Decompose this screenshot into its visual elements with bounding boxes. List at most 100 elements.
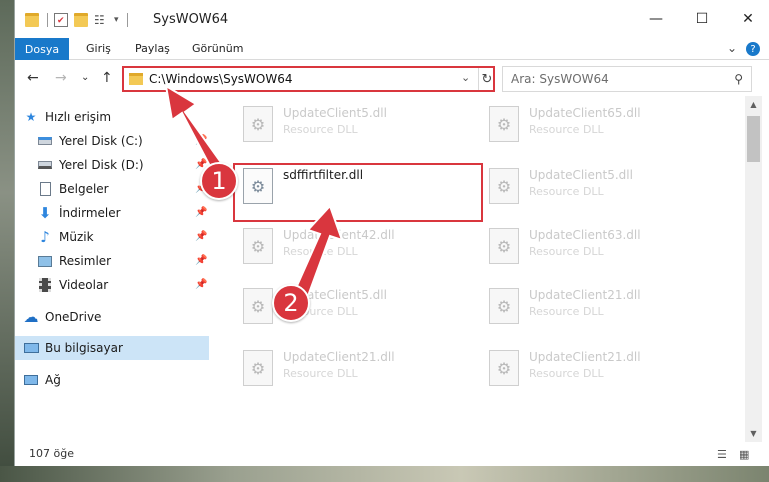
sidebar-item-label: İndirmeler	[59, 206, 121, 220]
back-button[interactable]: ←	[27, 70, 39, 86]
star-icon: ★	[25, 110, 37, 124]
sidebar-item-this-pc[interactable]: Bu bilgisayar	[23, 337, 123, 359]
sidebar-item-network[interactable]: Ağ	[23, 369, 61, 391]
sidebar-item-label: Müzik	[59, 230, 94, 244]
file-list: ⚙ UpdateClient5.dll Resource DLL ⚙ Updat…	[213, 96, 745, 436]
dll-file-icon: ⚙	[489, 106, 519, 142]
ribbon-expand-icon[interactable]: ⌄	[727, 41, 737, 55]
properties-icon[interactable]: ✔	[54, 13, 68, 27]
dll-file-icon: ⚙	[243, 350, 273, 386]
documents-icon	[37, 181, 53, 197]
drive-icon	[37, 157, 53, 173]
title-bar: ✔ ☷ ▾ SysWOW64 — ☐ ✕	[15, 0, 769, 38]
tab-share[interactable]: Paylaş	[135, 42, 170, 55]
sidebar-item-videos[interactable]: Videolar	[37, 274, 108, 296]
callout-2: 2	[272, 284, 310, 322]
tab-home[interactable]: Giriş	[86, 42, 111, 55]
view-options-icon[interactable]: ☷	[94, 13, 108, 27]
sidebar-item-local-disk-d[interactable]: Yerel Disk (D:)	[37, 154, 144, 176]
list-item[interactable]: ⚙ UpdateClient21.dll Resource DLL	[483, 346, 723, 394]
file-type: Resource DLL	[529, 123, 604, 136]
help-icon[interactable]: ?	[746, 42, 760, 56]
customize-toolbar-icon[interactable]: ▾	[114, 15, 119, 25]
dll-file-icon: ⚙	[489, 168, 519, 204]
sidebar-item-label: Resimler	[59, 254, 112, 268]
sidebar-item-documents[interactable]: Belgeler	[37, 178, 109, 200]
music-icon: ♪	[40, 228, 50, 246]
download-icon: ⬇	[38, 204, 52, 222]
sidebar-item-quick-access[interactable]: ★ Hızlı erişim	[23, 106, 111, 128]
sidebar-item-downloads[interactable]: ⬇ İndirmeler	[37, 202, 121, 224]
sidebar-item-label: Videolar	[59, 278, 109, 292]
up-button[interactable]: ↑	[101, 70, 113, 86]
file-type: Resource DLL	[529, 305, 604, 318]
refresh-button[interactable]: ↻	[478, 68, 495, 90]
list-item[interactable]: ⚙ UpdateClient21.dll Resource DLL	[483, 284, 723, 332]
file-name: UpdateClient65.dll	[529, 106, 641, 120]
navigation-pane: ★ Hızlı erişim Yerel Disk (C:) 📌 Yerel D…	[15, 96, 211, 436]
file-type: Resource DLL	[283, 245, 358, 258]
item-count: 107 öğe	[29, 447, 74, 460]
forward-button[interactable]: →	[55, 70, 67, 86]
sidebar-item-label: Yerel Disk (D:)	[59, 158, 144, 172]
sidebar-item-label: Ağ	[45, 373, 61, 387]
sidebar-item-local-disk-c[interactable]: Yerel Disk (C:)	[37, 130, 143, 152]
file-name: UpdateClient5.dll	[529, 168, 633, 182]
address-path[interactable]: C:\Windows\SysWOW64	[149, 72, 293, 86]
file-name: UpdateClient21.dll	[283, 350, 395, 364]
sidebar-item-label: Belgeler	[59, 182, 109, 196]
tab-view[interactable]: Görünüm	[192, 42, 243, 55]
sidebar-item-music[interactable]: ♪ Müzik	[37, 226, 94, 248]
address-bar[interactable]: C:\Windows\SysWOW64 ⌄ ↻	[122, 66, 495, 92]
details-view-icon[interactable]: ☰	[717, 448, 727, 461]
recent-locations-button[interactable]: ⌄	[81, 72, 89, 83]
pin-icon[interactable]: 📌	[195, 279, 207, 290]
ribbon-tabs: Dosya Giriş Paylaş Görünüm ⌄ ?	[15, 38, 769, 60]
search-box[interactable]: Ara: SysWOW64 ⚲	[502, 66, 752, 92]
sidebar-item-label: Bu bilgisayar	[45, 341, 123, 355]
search-placeholder[interactable]: Ara: SysWOW64	[511, 72, 609, 86]
dll-file-icon: ⚙	[489, 350, 519, 386]
dll-file-icon: ⚙	[243, 288, 273, 324]
scroll-thumb[interactable]	[747, 116, 760, 162]
list-item[interactable]: ⚙ UpdateClient65.dll Resource DLL	[483, 102, 723, 150]
scroll-up-icon[interactable]: ▲	[745, 96, 762, 113]
sidebar-item-label: Yerel Disk (C:)	[59, 134, 143, 148]
network-icon	[23, 372, 39, 388]
quick-access-toolbar: ✔ ☷ ▾	[25, 11, 134, 29]
vertical-scrollbar[interactable]: ▲ ▼	[745, 96, 762, 442]
computer-icon	[23, 340, 39, 356]
large-icons-view-icon[interactable]: ▦	[739, 448, 749, 461]
list-item[interactable]: ⚙ UpdateClient63.dll Resource DLL	[483, 224, 723, 272]
minimize-button[interactable]: —	[641, 8, 671, 30]
list-item[interactable]: ⚙ UpdateClient42.dll Resource DLL	[237, 224, 477, 272]
search-icon[interactable]: ⚲	[734, 72, 743, 86]
list-item[interactable]: ⚙ UpdateClient5.dll Resource DLL	[483, 164, 723, 212]
list-item[interactable]: ⚙ UpdateClient21.dll Resource DLL	[237, 346, 477, 394]
address-dropdown-icon[interactable]: ⌄	[461, 71, 470, 84]
new-folder-icon[interactable]	[74, 13, 88, 27]
folder-icon	[129, 73, 143, 85]
pin-icon[interactable]: 📌	[195, 207, 207, 218]
pin-icon[interactable]: 📌	[195, 231, 207, 242]
tab-file[interactable]: Dosya	[15, 38, 69, 60]
file-name: UpdateClient21.dll	[529, 288, 641, 302]
file-type: Resource DLL	[283, 367, 358, 380]
drive-icon	[37, 133, 53, 149]
maximize-button[interactable]: ☐	[687, 8, 717, 30]
dll-file-icon: ⚙	[243, 106, 273, 142]
sidebar-item-pictures[interactable]: Resimler	[37, 250, 111, 272]
scroll-down-icon[interactable]: ▼	[745, 425, 762, 442]
navigation-bar: ← → ⌄ ↑ C:\Windows\SysWOW64 ⌄ ↻ Ara: Sys…	[15, 62, 769, 96]
file-name: UpdateClient5.dll	[283, 106, 387, 120]
window-title: SysWOW64	[153, 12, 229, 27]
folder-icon	[25, 13, 39, 27]
file-type: Resource DLL	[529, 245, 604, 258]
pin-icon[interactable]: 📌	[195, 135, 207, 146]
pin-icon[interactable]: 📌	[195, 255, 207, 266]
sidebar-item-onedrive[interactable]: ☁ OneDrive	[23, 306, 102, 328]
list-item[interactable]: ⚙ UpdateClient5.dll Resource DLL	[237, 102, 477, 150]
close-button[interactable]: ✕	[733, 8, 763, 30]
dll-file-icon: ⚙	[243, 228, 273, 264]
dll-file-icon: ⚙	[489, 228, 519, 264]
